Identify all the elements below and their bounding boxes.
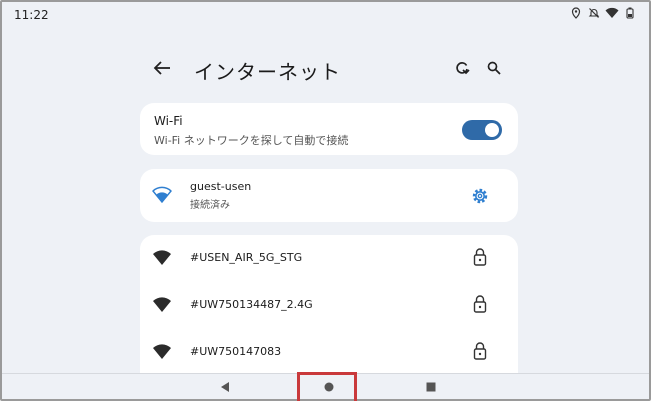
- nav-recents-button[interactable]: [422, 379, 440, 395]
- network-row[interactable]: #UW750147083: [140, 329, 518, 375]
- connected-network-name: guest-usen: [190, 180, 252, 193]
- wifi-toggle-card[interactable]: Wi-Fi Wi-Fi ネットワークを探して自動で接続: [140, 103, 518, 155]
- network-row[interactable]: #USEN_AIR_5G_STG: [140, 235, 518, 281]
- wifi-icon: [605, 6, 619, 20]
- lock-icon: [473, 295, 487, 313]
- connected-network-status: 接続済み: [190, 200, 230, 211]
- search-button[interactable]: [482, 56, 506, 80]
- network-name: #USEN_AIR_5G_STG: [190, 251, 303, 264]
- lock-icon: [473, 342, 487, 360]
- notifications-off-icon: [587, 6, 601, 20]
- wifi-toggle[interactable]: [462, 120, 502, 140]
- refresh-button[interactable]: [450, 56, 474, 80]
- wifi-signal-icon: [153, 344, 171, 359]
- network-name: #UW750147083: [190, 345, 282, 358]
- toggle-knob: [485, 123, 499, 137]
- recents-square-icon: [426, 382, 436, 392]
- wifi-signal-icon: [152, 186, 172, 204]
- network-name: #UW750134487_2.4G: [190, 298, 313, 311]
- available-networks-list: #USEN_AIR_5G_STG #UW750134487_2.4G #UW75…: [140, 235, 518, 375]
- location-icon: [569, 6, 583, 20]
- status-time: 11:22: [14, 8, 49, 22]
- wifi-title: Wi-Fi: [154, 114, 183, 128]
- device-frame: 11:22 インターネット Wi-Fi Wi-Fi ネットワークを探して自動で接…: [0, 0, 651, 401]
- battery-icon: [623, 6, 637, 20]
- wifi-signal-icon: [153, 250, 171, 265]
- back-triangle-icon: [221, 382, 229, 392]
- home-button-highlight: [297, 372, 357, 401]
- network-row[interactable]: #UW750134487_2.4G: [140, 282, 518, 328]
- lock-icon: [473, 248, 487, 266]
- back-button[interactable]: [148, 54, 176, 82]
- app-bar: インターネット: [140, 52, 520, 86]
- gear-icon[interactable]: [470, 186, 490, 206]
- arrow-left-icon: [153, 61, 170, 75]
- wifi-signal-icon: [153, 297, 171, 312]
- page-title: インターネット: [194, 60, 341, 84]
- nav-back-button[interactable]: [216, 379, 234, 395]
- search-icon: [487, 61, 501, 75]
- connected-network-card[interactable]: guest-usen 接続済み: [140, 169, 518, 222]
- wifi-subtitle: Wi-Fi ネットワークを探して自動で接続: [154, 134, 349, 147]
- refresh-icon: [456, 62, 470, 75]
- status-icons: [569, 6, 637, 20]
- status-bar: 11:22: [2, 2, 649, 26]
